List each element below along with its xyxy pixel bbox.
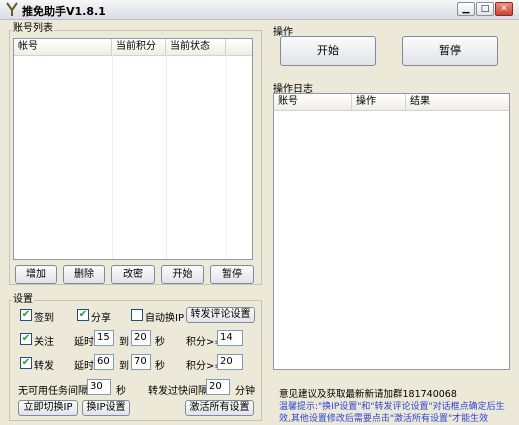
column-log-account[interactable]: 账号	[274, 94, 352, 110]
column-divider	[166, 55, 227, 259]
column-points[interactable]: 当前积分	[112, 39, 166, 55]
auto-switch-ip-label: 自动换IP	[145, 313, 184, 324]
pause-button[interactable]: 暂停	[402, 36, 498, 66]
title-bar: 推免助手V1.8.1 ▁ □ ✕	[0, 0, 519, 20]
forward-checkbox[interactable]: ✔	[20, 357, 32, 369]
follow-seconds-label: 秒	[155, 337, 165, 348]
forward-delay-label: 延时	[74, 361, 94, 372]
forward-delay-to-input[interactable]: 70	[131, 354, 151, 370]
window-title: 推免助手V1.8.1	[22, 5, 106, 18]
account-pause-button[interactable]: 暂停	[210, 265, 254, 284]
close-icon[interactable]: ✕	[495, 2, 513, 16]
forward-to-label: 到	[119, 361, 129, 372]
follow-label: 关注	[34, 337, 54, 348]
log-list-view[interactable]: 账号 操作 结果	[273, 93, 510, 370]
change-password-button[interactable]: 改密	[111, 265, 155, 284]
sign-in-checkbox[interactable]: ✔	[20, 309, 32, 321]
follow-delay-label: 延时	[74, 337, 94, 348]
account-list-title: 账号列表	[12, 23, 54, 35]
account-start-button[interactable]: 开始	[161, 265, 204, 284]
forward-fast-interval-input[interactable]: 20	[206, 379, 230, 395]
follow-to-label: 到	[119, 337, 129, 348]
log-list-header: 账号 操作 结果	[274, 94, 509, 111]
column-account[interactable]: 帐号	[14, 39, 112, 55]
follow-checkbox[interactable]: ✔	[20, 333, 32, 345]
settings-title: 设置	[12, 294, 34, 306]
forward-seconds-label: 秒	[155, 361, 165, 372]
share-label: 分享	[91, 313, 111, 324]
delete-button[interactable]: 删除	[63, 265, 105, 284]
forward-fast-interval-unit: 分钟	[235, 386, 255, 397]
forward-delay-from-input[interactable]: 60	[94, 354, 114, 370]
forward-label: 转发	[34, 361, 54, 372]
share-checkbox[interactable]: ✔	[77, 309, 89, 321]
forward-comment-settings-button[interactable]: 转发评论设置	[186, 307, 255, 323]
column-divider	[14, 55, 113, 259]
minimize-icon[interactable]: ▁	[457, 2, 475, 16]
auto-switch-ip-checkbox[interactable]: ✔	[131, 309, 143, 321]
column-log-operation[interactable]: 操作	[352, 94, 406, 110]
tip-text-line-2: 效,其他设置修改后需要点击"激活所有设置"才能生效	[279, 414, 489, 424]
no-task-interval-unit: 秒	[116, 386, 126, 397]
no-task-interval-input[interactable]: 30	[87, 379, 111, 395]
app-logo-icon	[5, 2, 19, 17]
add-button[interactable]: 增加	[15, 265, 57, 284]
column-status[interactable]: 当前状态	[166, 39, 226, 55]
follow-delay-from-input[interactable]: 15	[94, 330, 114, 346]
no-task-interval-label: 无可用任务间隔	[18, 386, 88, 397]
follow-points-input[interactable]: 14	[217, 330, 243, 346]
forward-fast-interval-label: 转发过快间隔	[148, 386, 208, 397]
start-button[interactable]: 开始	[280, 36, 376, 66]
column-divider	[112, 55, 167, 259]
follow-delay-to-input[interactable]: 20	[131, 330, 151, 346]
maximize-icon[interactable]: □	[476, 2, 494, 16]
account-list-header: 帐号 当前积分 当前状态	[14, 39, 252, 56]
account-list-view[interactable]: 帐号 当前积分 当前状态	[13, 38, 253, 260]
switch-ip-now-button[interactable]: 立即切换IP	[18, 400, 78, 416]
activate-all-settings-button[interactable]: 激活所有设置	[185, 400, 254, 416]
sign-in-label: 签到	[34, 313, 54, 324]
ip-settings-button[interactable]: 换IP设置	[82, 400, 130, 416]
forward-points-input[interactable]: 20	[217, 354, 243, 370]
feedback-text: 意见建议及获取最新新请加群181740068	[279, 389, 457, 400]
column-log-result[interactable]: 结果	[406, 94, 511, 110]
